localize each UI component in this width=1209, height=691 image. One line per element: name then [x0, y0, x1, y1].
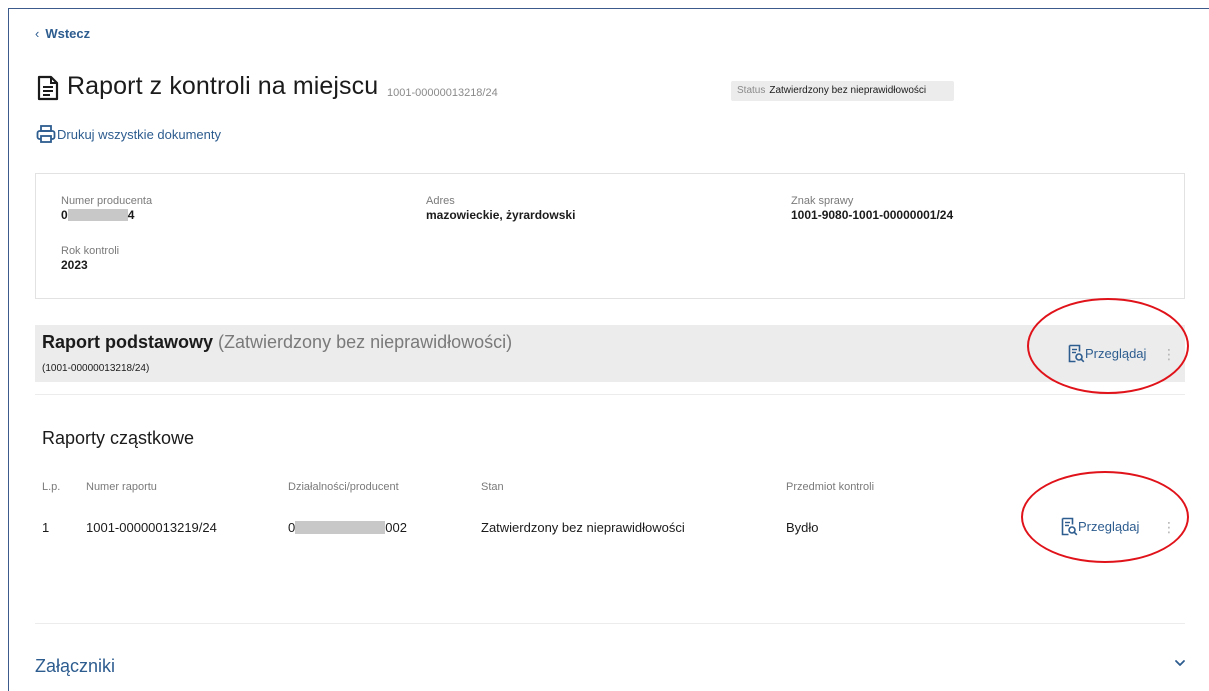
- back-link[interactable]: ‹ Wstecz: [35, 26, 90, 41]
- address-field: Adres mazowieckie, żyrardowski: [426, 195, 575, 222]
- producer-label: Numer producenta: [61, 195, 153, 207]
- page-title: Raport z kontroli na miejscu: [67, 72, 379, 100]
- case-field: Znak sprawy 1001-9080-1001-00000001/24: [791, 195, 953, 222]
- cell-state: Zatwierdzony bez nieprawidłowości: [481, 520, 685, 535]
- producer-suffix: 002: [385, 520, 407, 535]
- basic-report-state: (Zatwierdzony bez nieprawidłowości): [218, 332, 513, 352]
- redaction-block: [295, 521, 386, 534]
- producer-suffix: 4: [127, 208, 135, 222]
- year-value: 2023: [61, 258, 88, 272]
- cell-subject: Bydło: [786, 520, 819, 535]
- back-label: Wstecz: [45, 26, 91, 41]
- print-all-button[interactable]: Drukuj wszystkie dokumenty: [36, 125, 221, 143]
- chevron-down-icon[interactable]: [1173, 656, 1187, 670]
- address-label: Adres: [426, 195, 455, 207]
- partial-reports-title: Raporty cząstkowe: [42, 428, 195, 448]
- producer-prefix: 0: [61, 208, 68, 222]
- info-panel: Numer producenta 04 Adres mazowieckie, ż…: [35, 173, 1185, 299]
- divider: [35, 394, 1185, 395]
- basic-report-title-text: Raport podstawowy: [42, 332, 214, 352]
- basic-report-title: Raport podstawowy (Zatwierdzony bez niep…: [42, 332, 512, 353]
- year-label: Rok kontroli: [61, 245, 120, 257]
- status-badge: Status Zatwierdzony bez nieprawidłowości: [731, 81, 954, 101]
- basic-report-number: (1001-00000013218/24): [42, 363, 150, 374]
- status-value: Zatwierdzony bez nieprawidłowości: [769, 85, 927, 96]
- column-header-producer: Działalności/producent: [288, 481, 399, 493]
- address-value: mazowieckie, żyrardowski: [426, 208, 576, 222]
- case-value: 1001-9080-1001-00000001/24: [791, 208, 954, 222]
- document-icon: [37, 75, 59, 101]
- chevron-left-icon: ‹: [35, 26, 40, 41]
- year-field: Rok kontroli 2023: [61, 245, 119, 272]
- status-label: Status: [737, 85, 766, 96]
- producer-prefix: 0: [288, 520, 296, 535]
- column-header-subject: Przedmiot kontroli: [786, 481, 875, 493]
- case-label: Znak sprawy: [791, 195, 854, 207]
- attachments-title[interactable]: Załączniki: [35, 656, 115, 677]
- printer-icon: [36, 125, 56, 143]
- divider: [35, 623, 1185, 624]
- redaction-block: [67, 209, 128, 221]
- producer-field: Numer producenta 04: [61, 195, 152, 222]
- report-number: 1001-00000013218/24: [387, 87, 498, 99]
- print-all-label: Drukuj wszystkie dokumenty: [57, 126, 221, 142]
- column-header-number: Numer raportu: [86, 481, 157, 493]
- cell-producer: 0 002: [288, 520, 407, 535]
- annotation-circle: [1021, 471, 1189, 563]
- column-header-state: Stan: [481, 481, 504, 493]
- cell-number: 1001-00000013219/24: [86, 520, 217, 535]
- column-header-lp: L.p.: [42, 481, 61, 493]
- cell-lp: 1: [42, 520, 50, 535]
- annotation-circle: [1027, 298, 1189, 394]
- producer-value: 04: [61, 208, 152, 222]
